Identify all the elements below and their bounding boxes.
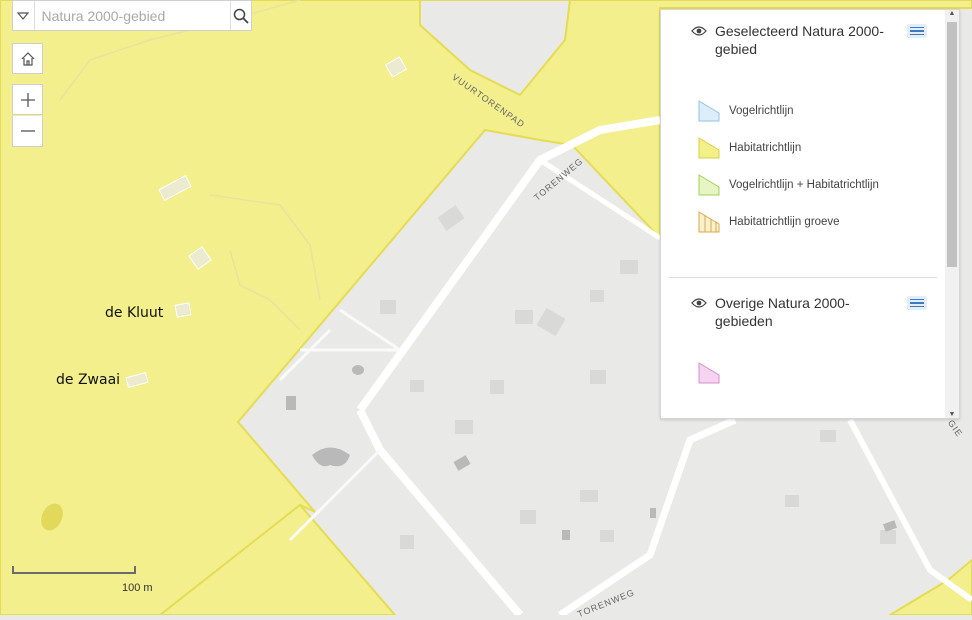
- legend-section-selected: Geselecteerd Natura 2000-gebied Vogelric…: [669, 22, 937, 240]
- place-label-de-zwaai: de Zwaai: [56, 372, 121, 388]
- legend-item-vogel-habitat: Vogelrichtlijn + Habitatrichtlijn: [669, 166, 937, 203]
- home-icon: [21, 51, 34, 66]
- scale-bar: [12, 566, 136, 574]
- legend-item-label: Vogelrichtlijn + Habitatrichtlijn: [729, 178, 879, 191]
- zoom-in-button[interactable]: [12, 84, 43, 115]
- scrollbar-thumb[interactable]: [947, 22, 957, 267]
- plus-icon: [20, 92, 35, 107]
- search-widget: [12, 0, 252, 31]
- legend-scrollbar[interactable]: ▲ ▼: [945, 10, 959, 418]
- legend-divider: [669, 277, 937, 278]
- legend-item-label: Vogelrichtlijn: [729, 104, 794, 117]
- chevron-down-icon: [17, 11, 30, 20]
- scroll-up-icon[interactable]: ▲: [945, 10, 959, 17]
- list-icon[interactable]: [907, 24, 927, 38]
- polygon-swatch-icon: [698, 361, 720, 383]
- legend-section-title: Overige Natura 2000-gebieden: [715, 295, 850, 329]
- legend-panel: Geselecteerd Natura 2000-gebied Vogelric…: [660, 9, 960, 419]
- scale-label: 100 m: [122, 582, 153, 594]
- eye-icon[interactable]: [691, 295, 707, 313]
- search-input[interactable]: [34, 2, 230, 29]
- hatched-swatch-icon: [698, 210, 720, 232]
- legend-item-overige: [669, 354, 937, 391]
- zoom-out-button[interactable]: [12, 116, 43, 147]
- minus-icon: [20, 130, 35, 132]
- legend-section-header: Overige Natura 2000-gebieden: [669, 294, 937, 330]
- polygon-swatch-icon: [698, 173, 720, 195]
- home-button[interactable]: [12, 43, 43, 74]
- legend-item-habitatrichtlijn: Habitatrichtlijn: [669, 129, 937, 166]
- polygon-swatch-icon: [698, 99, 720, 121]
- legend-section-title: Geselecteerd Natura 2000-gebied: [715, 23, 884, 57]
- legend-item-vogelrichtlijn: Vogelrichtlijn: [669, 92, 937, 129]
- search-source-dropdown[interactable]: [13, 1, 35, 30]
- search-button[interactable]: [229, 1, 252, 30]
- legend-item-label: Habitatrichtlijn groeve: [729, 215, 840, 228]
- legend-item-label: Habitatrichtlijn: [729, 141, 802, 154]
- list-icon[interactable]: [907, 296, 927, 310]
- scroll-down-icon[interactable]: ▼: [945, 411, 959, 418]
- eye-icon[interactable]: [691, 23, 707, 41]
- legend-section-header: Geselecteerd Natura 2000-gebied: [669, 22, 937, 58]
- search-icon: [233, 8, 249, 24]
- polygon-swatch-icon: [698, 136, 720, 158]
- place-label-de-kluut: de Kluut: [105, 305, 164, 321]
- legend-item-habitat-groeve: Habitatrichtlijn groeve: [669, 203, 937, 240]
- legend-section-other: Overige Natura 2000-gebieden: [669, 294, 937, 391]
